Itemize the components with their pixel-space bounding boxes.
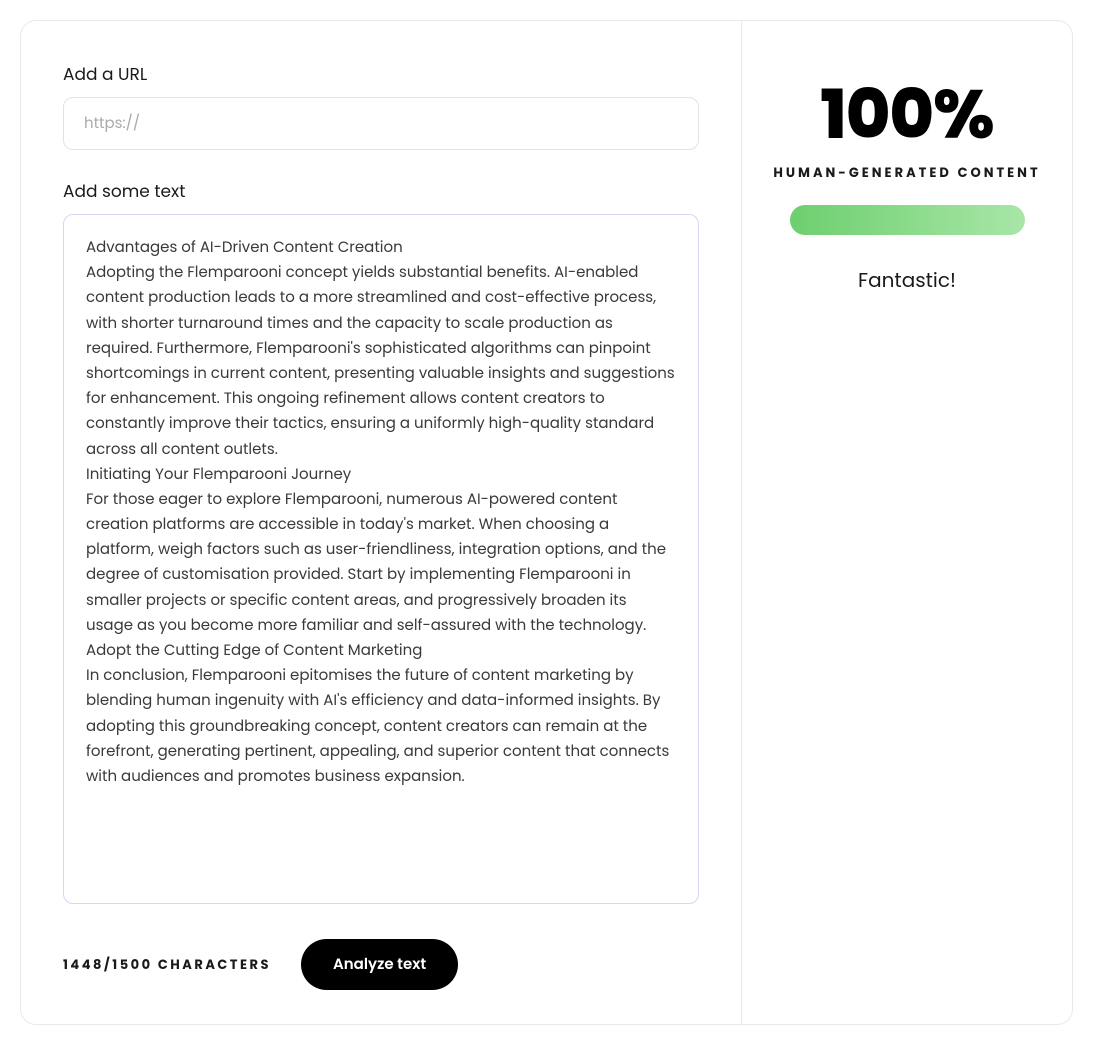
text-label: Add some text xyxy=(63,178,699,204)
url-label: Add a URL xyxy=(63,61,699,87)
result-panel: 100% HUMAN-GENERATED CONTENT Fantastic! xyxy=(742,21,1072,1024)
url-input[interactable] xyxy=(63,97,699,150)
score-value: 100% xyxy=(766,81,1048,149)
input-panel: Add a URL Add some text 1448/1500 CHARAC… xyxy=(21,21,742,1024)
main-container: Add a URL Add some text 1448/1500 CHARAC… xyxy=(20,20,1073,1025)
text-input[interactable] xyxy=(63,214,699,904)
progress-bar xyxy=(790,205,1025,235)
verdict-text: Fantastic! xyxy=(766,265,1048,295)
bottom-row: 1448/1500 CHARACTERS Analyze text xyxy=(63,939,699,990)
score-label: HUMAN-GENERATED CONTENT xyxy=(766,163,1048,183)
character-counter: 1448/1500 CHARACTERS xyxy=(63,955,271,975)
analyze-button[interactable]: Analyze text xyxy=(301,939,458,990)
